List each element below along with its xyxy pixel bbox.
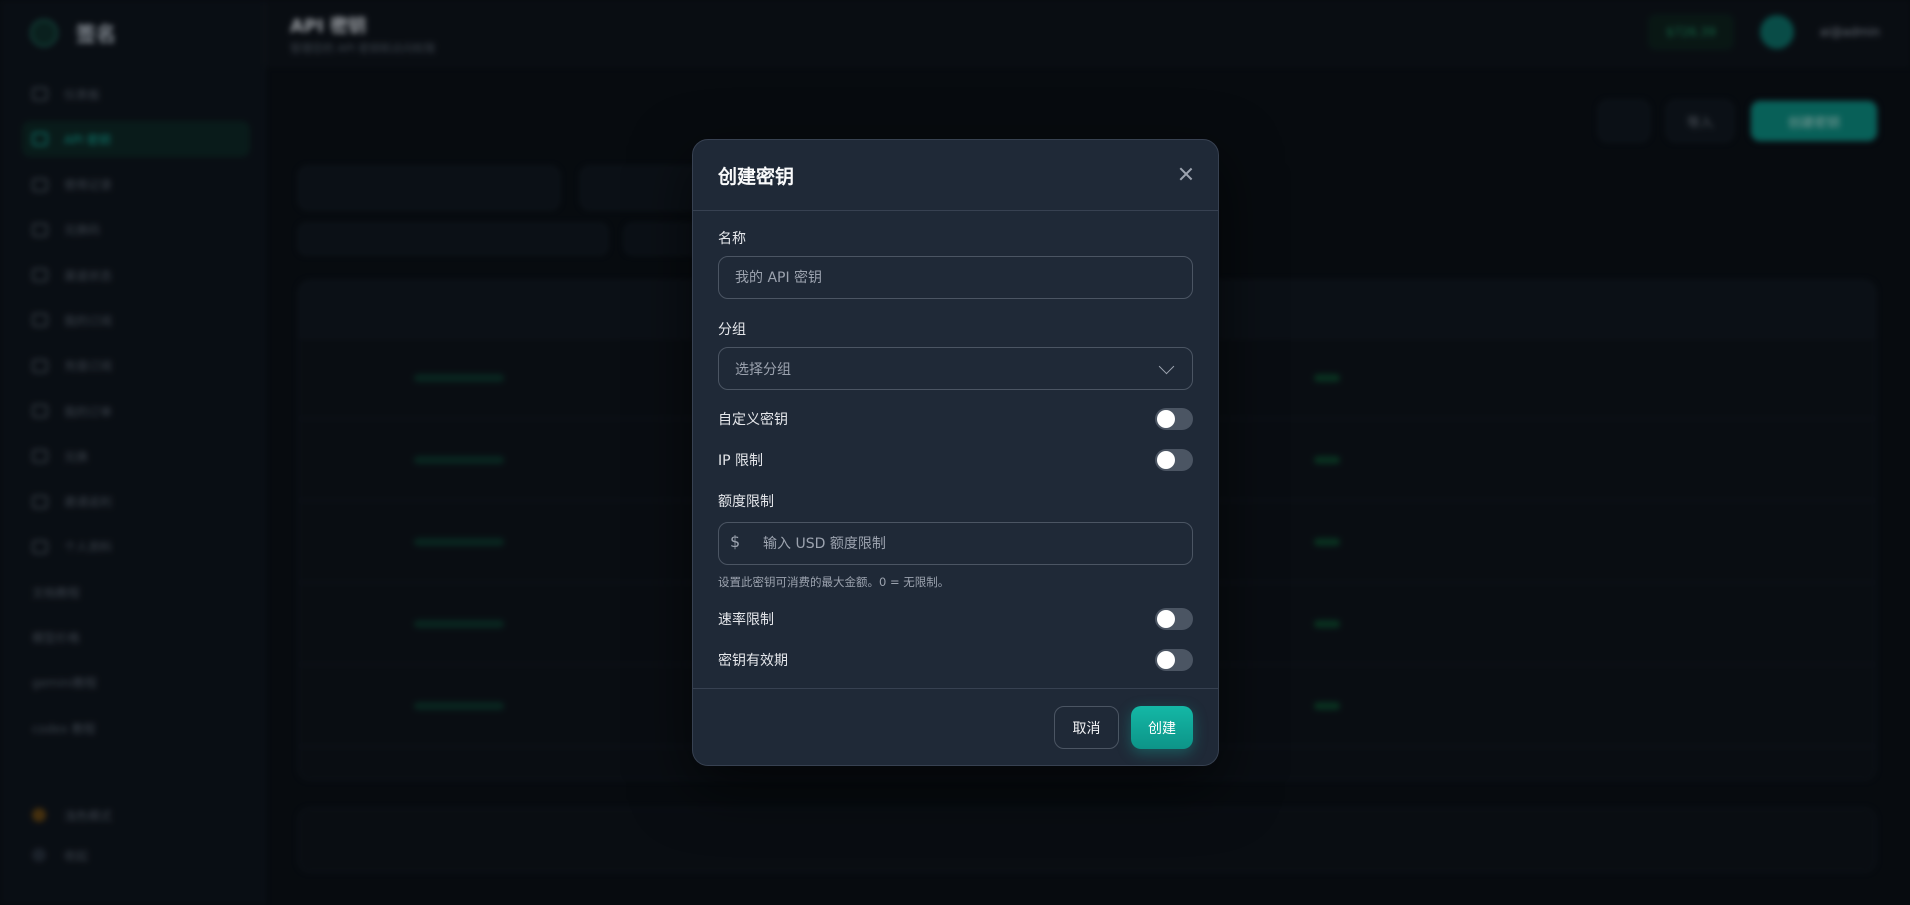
ip-limit-label: IP 限制 — [718, 453, 764, 469]
dialog-body: 名称 分组 选择分组 自定义密钥 IP 限制 额度限制 $ 设置此密钥可消费的最… — [693, 211, 1218, 691]
name-input[interactable] — [718, 256, 1193, 299]
group-select[interactable]: 选择分组 — [718, 347, 1193, 390]
group-label: 分组 — [718, 322, 746, 338]
dollar-prefix: $ — [730, 532, 741, 551]
dialog-footer: 取消 创建 — [693, 688, 1218, 765]
dialog-header: 创建密钥 — [693, 140, 1218, 211]
dialog-title: 创建密钥 — [718, 166, 795, 188]
ip-limit-toggle[interactable] — [1155, 449, 1193, 471]
chevron-down-icon — [1158, 358, 1175, 375]
close-icon[interactable] — [1176, 164, 1196, 184]
cancel-button[interactable]: 取消 — [1054, 706, 1119, 749]
quota-hint: 设置此密钥可消费的最大金额。0 = 无限制。 — [718, 575, 950, 589]
custom-key-label: 自定义密钥 — [718, 412, 788, 428]
expiry-label: 密钥有效期 — [718, 653, 788, 669]
custom-key-toggle[interactable] — [1155, 408, 1193, 430]
group-select-placeholder: 选择分组 — [735, 361, 791, 378]
create-button[interactable]: 创建 — [1131, 706, 1193, 749]
rate-limit-toggle[interactable] — [1155, 608, 1193, 630]
rate-limit-label: 速率限制 — [718, 612, 774, 628]
quota-input[interactable] — [718, 522, 1193, 565]
quota-label: 额度限制 — [718, 494, 774, 510]
name-label: 名称 — [718, 231, 746, 247]
expiry-toggle[interactable] — [1155, 649, 1193, 671]
create-key-dialog: 创建密钥 名称 分组 选择分组 自定义密钥 IP 限制 额度限制 $ 设置此密钥… — [692, 139, 1219, 766]
